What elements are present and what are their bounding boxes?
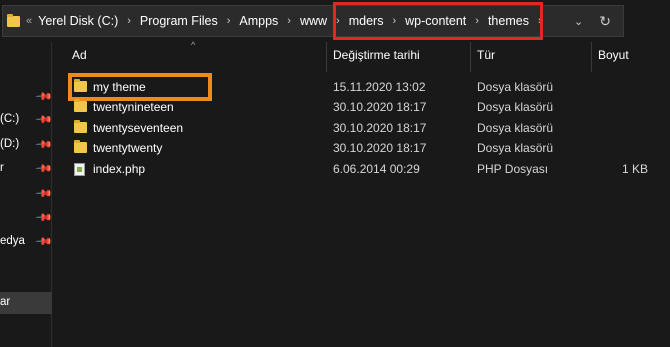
file-type: Dosya klasörü: [477, 141, 554, 155]
file-type: PHP Dosyası: [477, 162, 549, 176]
folder-icon: [74, 99, 87, 112]
folder-icon: [74, 120, 87, 133]
php-file-icon: [74, 163, 85, 176]
chevron-right-icon[interactable]: ›: [475, 15, 479, 27]
sidebar-item-label: r: [0, 162, 4, 174]
file-name: twentytwenty: [93, 141, 163, 155]
chevron-right-icon[interactable]: ›: [392, 15, 396, 27]
pin-icon: 📌: [34, 159, 53, 178]
pin-icon: 📌: [34, 184, 53, 203]
breadcrumb-item-mders[interactable]: mders: [349, 14, 384, 28]
file-date: 30.10.2020 18:17: [333, 141, 427, 155]
column-divider[interactable]: [591, 42, 592, 72]
file-type: Dosya klasörü: [477, 80, 554, 94]
address-field[interactable]: « Yerel Disk (C:) › Program Files › Ampp…: [2, 5, 624, 37]
file-name: twentyseventeen: [93, 121, 184, 135]
chevron-right-icon[interactable]: ›: [538, 15, 542, 27]
file-date: 15.11.2020 13:02: [333, 80, 426, 94]
list-item[interactable]: twentytwenty 30.10.2020 18:17 Dosya klas…: [52, 137, 670, 158]
sidebar-item-drive-d[interactable]: (D:) 📌: [0, 134, 53, 156]
list-item[interactable]: twentyseventeen 30.10.2020 18:17 Dosya k…: [52, 117, 670, 138]
breadcrumb-item-program-files[interactable]: Program Files: [140, 14, 218, 28]
column-date-modified[interactable]: Değiştirme tarihi: [333, 48, 420, 62]
sidebar-item-quick-access-6[interactable]: 📌: [0, 207, 52, 229]
file-date: 30.10.2020 18:17: [333, 121, 427, 135]
breadcrumb-item-ampps[interactable]: Ampps: [239, 14, 278, 28]
pin-icon: 📌: [34, 208, 53, 227]
chevron-right-icon[interactable]: ›: [336, 15, 340, 27]
column-size[interactable]: Boyut: [598, 48, 629, 62]
column-header: ^ Ad Değiştirme tarihi Tür Boyut: [52, 40, 670, 72]
breadcrumb-item-wp-content[interactable]: wp-content: [405, 14, 466, 28]
folder-icon: [74, 79, 87, 92]
file-name: twentynineteen: [93, 100, 174, 114]
refresh-icon[interactable]: ↻: [599, 13, 611, 30]
sidebar-item-quick-access-1[interactable]: 📌: [0, 86, 52, 108]
file-size: 1 KB: [621, 162, 648, 176]
list-item[interactable]: my theme 15.11.2020 13:02 Dosya klasörü: [52, 73, 670, 101]
address-bar: « Yerel Disk (C:) › Program Files › Ampp…: [0, 0, 670, 42]
chevron-right-icon[interactable]: ›: [287, 15, 291, 27]
sort-ascending-icon: ^: [191, 40, 196, 50]
pin-icon: 📌: [34, 135, 53, 154]
navigation-pane: 📌 (C:) 📌 (D:) 📌 r 📌 📌 📌 edya 📌 ar: [0, 42, 53, 347]
sidebar-item-label: ar: [0, 296, 11, 308]
breadcrumb: « Yerel Disk (C:) › Program Files › Ampp…: [3, 6, 551, 36]
breadcrumb-item-www[interactable]: www: [300, 14, 327, 28]
file-date: 6.06.2014 00:29: [333, 162, 420, 176]
pin-icon: 📌: [34, 232, 53, 251]
folder-icon: [74, 140, 87, 153]
folder-icon: [7, 13, 20, 27]
sidebar-item-media[interactable]: edya 📌: [0, 231, 53, 253]
address-actions: ⌄ ↻: [574, 6, 623, 36]
chevron-down-icon[interactable]: ⌄: [574, 15, 583, 28]
file-type: Dosya klasörü: [477, 100, 554, 114]
column-name[interactable]: Ad: [72, 48, 87, 62]
pin-icon: 📌: [34, 110, 53, 129]
list-item[interactable]: index.php 6.06.2014 00:29 PHP Dosyası 1 …: [52, 158, 670, 179]
breadcrumb-item-local-disk[interactable]: Yerel Disk (C:): [38, 14, 118, 28]
breadcrumb-item-themes[interactable]: themes: [488, 14, 529, 28]
sidebar-item-label: (D:): [0, 138, 20, 150]
column-type[interactable]: Tür: [477, 48, 495, 62]
file-list: my theme 15.11.2020 13:02 Dosya klasörü …: [52, 72, 670, 347]
sidebar-item-folder-r[interactable]: r 📌: [0, 158, 53, 180]
chevron-right-icon[interactable]: ›: [227, 15, 231, 27]
file-name: index.php: [93, 162, 146, 176]
breadcrumb-overflow-icon[interactable]: «: [26, 15, 32, 27]
list-item[interactable]: twentynineteen 30.10.2020 18:17 Dosya kl…: [52, 96, 670, 117]
sidebar-item-selected[interactable]: ar: [0, 292, 52, 314]
sidebar-item-drive-c[interactable]: (C:) 📌: [0, 109, 53, 131]
pin-icon: 📌: [34, 87, 53, 106]
file-name: my theme: [93, 80, 146, 94]
column-divider[interactable]: [326, 42, 327, 72]
chevron-right-icon[interactable]: ›: [127, 15, 131, 27]
sidebar-item-label: (C:): [0, 113, 20, 125]
sidebar-item-label: edya: [0, 235, 25, 247]
file-type: Dosya klasörü: [477, 121, 554, 135]
column-divider[interactable]: [470, 42, 471, 72]
sidebar-item-quick-access-5[interactable]: 📌: [0, 183, 52, 205]
file-date: 30.10.2020 18:17: [333, 100, 427, 114]
